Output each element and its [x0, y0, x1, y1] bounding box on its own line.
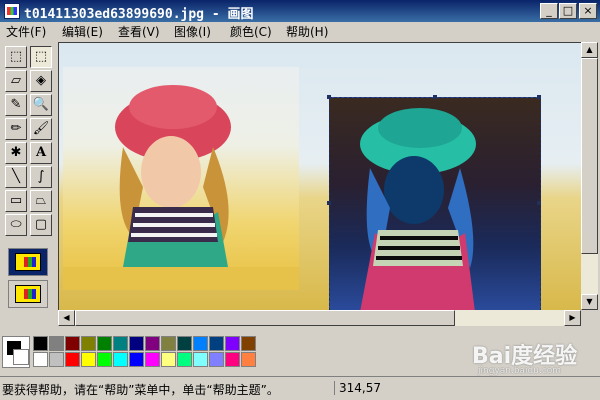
menu-bar: 文件(F) 编辑(E) 查看(V) 图像(I) 颜色(C) 帮助(H) — [0, 22, 600, 42]
palette-swatch[interactable] — [209, 352, 224, 367]
opaque-selection-option-icon[interactable] — [8, 248, 48, 276]
airbrush-tool-icon[interactable]: ✱ — [5, 142, 27, 164]
text-tool-icon[interactable]: A — [30, 142, 52, 164]
palette-swatch[interactable] — [33, 336, 48, 351]
title-bar: t01411303ed63899690.jpg - 画图 _ □ × — [0, 0, 600, 22]
selection-handle[interactable] — [327, 95, 331, 99]
palette-swatch[interactable] — [113, 352, 128, 367]
palette-swatch[interactable] — [241, 352, 256, 367]
current-colors — [2, 336, 30, 368]
canvas-area[interactable] — [58, 42, 581, 310]
scroll-right-icon[interactable]: ▶ — [564, 310, 581, 326]
horizontal-scroll-thumb[interactable] — [75, 310, 455, 326]
scroll-down-icon[interactable]: ▼ — [581, 294, 598, 310]
palette-swatch[interactable] — [113, 336, 128, 351]
toolbox: ⬚ ⬚ ▱ ◈ ✎ 🔍 ✏ 🖌 ✱ A ╲ ∫ ▭ ⏢ ⬭ ▢ — [0, 42, 58, 324]
menu-view[interactable]: 查看(V) — [118, 24, 160, 40]
palette-swatch[interactable] — [33, 352, 48, 367]
inverted-girl-photo-illustration — [360, 108, 476, 310]
palette-swatch[interactable] — [129, 336, 144, 351]
girl-photo-illustration — [63, 85, 299, 290]
status-bar: 要获得帮助，请在“帮助”菜单中，单击“帮助主题”。 314,57 — [0, 376, 600, 400]
line-tool-icon[interactable]: ╲ — [5, 166, 27, 188]
polygon-tool-icon[interactable]: ⏢ — [30, 190, 52, 212]
palette-swatch[interactable] — [177, 336, 192, 351]
menu-file[interactable]: 文件(F) — [6, 24, 46, 40]
pencil-tool-icon[interactable]: ✏ — [5, 118, 27, 140]
rounded-rect-tool-icon[interactable]: ▢ — [30, 214, 52, 236]
rect-select-tool-icon[interactable]: ⬚ — [30, 46, 52, 68]
palette-swatch[interactable] — [129, 352, 144, 367]
original-photo — [63, 67, 299, 290]
palette-swatch[interactable] — [177, 352, 192, 367]
watermark-url: jingyan.baidu.com — [478, 366, 562, 376]
ellipse-tool-icon[interactable]: ⬭ — [5, 214, 27, 236]
palette-swatch[interactable] — [81, 336, 96, 351]
rectangle-tool-icon[interactable]: ▭ — [5, 190, 27, 212]
brush-tool-icon[interactable]: 🖌 — [30, 118, 52, 140]
cursor-coordinates: 314,57 — [334, 381, 419, 395]
color-picker-tool-icon[interactable]: ✎ — [5, 94, 27, 116]
palette-swatch[interactable] — [49, 336, 64, 351]
fill-tool-icon[interactable]: ◈ — [30, 70, 52, 92]
scroll-up-icon[interactable]: ▲ — [581, 42, 598, 58]
palette-swatch[interactable] — [97, 352, 112, 367]
menu-colors[interactable]: 颜色(C) — [230, 24, 272, 40]
free-select-tool-icon[interactable]: ⬚ — [5, 46, 27, 68]
maximize-button[interactable]: □ — [559, 3, 577, 19]
palette-swatch[interactable] — [97, 336, 112, 351]
palette-swatch[interactable] — [161, 336, 176, 351]
palette-swatch[interactable] — [209, 336, 224, 351]
eraser-tool-icon[interactable]: ▱ — [5, 70, 27, 92]
menu-edit[interactable]: 编辑(E) — [62, 24, 103, 40]
vertical-scrollbar[interactable]: ▲ ▼ — [581, 42, 598, 310]
palette-swatch[interactable] — [65, 336, 80, 351]
scroll-left-icon[interactable]: ◀ — [58, 310, 75, 326]
vertical-scroll-thumb[interactable] — [581, 58, 598, 254]
selection-handle[interactable] — [537, 95, 541, 99]
horizontal-scrollbar[interactable]: ◀ ▶ — [58, 310, 581, 326]
palette-swatch[interactable] — [81, 352, 96, 367]
palette-swatch[interactable] — [65, 352, 80, 367]
curve-tool-icon[interactable]: ∫ — [30, 166, 52, 188]
selection-handle[interactable] — [433, 95, 437, 99]
palette-swatch[interactable] — [145, 352, 160, 367]
selection-handle[interactable] — [537, 201, 541, 205]
close-button[interactable]: × — [579, 3, 597, 19]
window-title: t01411303ed63899690.jpg - 画图 — [24, 7, 254, 22]
minimize-button[interactable]: _ — [540, 3, 558, 19]
menu-image[interactable]: 图像(I) — [174, 24, 211, 40]
palette-swatch[interactable] — [225, 336, 240, 351]
inverted-photo-selection[interactable] — [329, 97, 541, 310]
baidu-watermark: Bai度经验 jingyan.baidu.com — [470, 332, 596, 378]
selection-handle[interactable] — [327, 201, 331, 205]
palette-swatch[interactable] — [193, 336, 208, 351]
menu-help[interactable]: 帮助(H) — [286, 24, 328, 40]
palette-swatch[interactable] — [161, 352, 176, 367]
magnifier-tool-icon[interactable]: 🔍 — [30, 94, 52, 116]
background-color — [13, 349, 29, 365]
palette-swatch[interactable] — [145, 336, 160, 351]
palette-swatch[interactable] — [193, 352, 208, 367]
palette-swatch[interactable] — [49, 352, 64, 367]
canvas-image[interactable] — [59, 43, 581, 310]
palette-swatch[interactable] — [241, 336, 256, 351]
palette-swatch[interactable] — [225, 352, 240, 367]
transparent-selection-option-icon[interactable] — [8, 280, 48, 308]
paint-app-icon[interactable] — [4, 3, 20, 19]
status-help-text: 要获得帮助，请在“帮助”菜单中，单击“帮助主题”。 — [2, 383, 279, 397]
